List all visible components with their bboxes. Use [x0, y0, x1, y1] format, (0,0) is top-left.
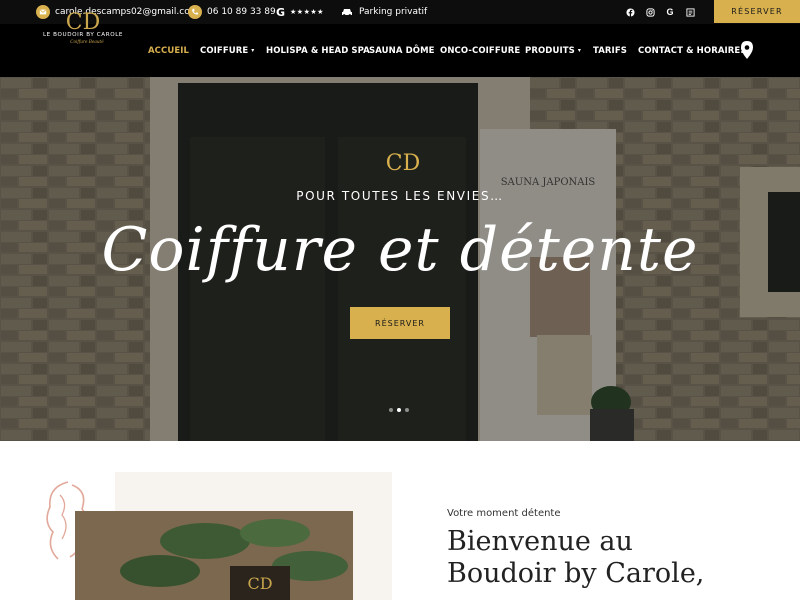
nav-onco-label: ONCO-COIFFURE	[440, 45, 521, 56]
top-reserve-button[interactable]: RÉSERVER	[714, 0, 800, 23]
nav-contact[interactable]: CONTACT & HORAIRES	[638, 24, 747, 77]
nav-holispa-label: HOLISPA & HEAD SPA	[266, 45, 370, 56]
nav-accueil[interactable]: ACCUEIL	[148, 24, 189, 77]
map-pin-icon[interactable]	[740, 41, 754, 59]
hero-reserve-button[interactable]: RÉSERVER	[350, 307, 450, 339]
hero-slider: SAUNA JAPONAIS CD POUR TOUTES LES ENVIES…	[0, 77, 800, 441]
intro-heading-line2: Boudoir by Carole,	[447, 558, 705, 589]
intro-heading: Bienvenue au Boudoir by Carole,	[447, 526, 767, 590]
nav-tarifs-label: TARIFS	[593, 45, 627, 56]
car-icon	[341, 8, 353, 17]
intro-kicker: Votre moment détente	[447, 508, 561, 519]
nav-tarifs[interactable]: TARIFS	[593, 24, 627, 77]
slider-dot-1[interactable]	[389, 408, 393, 412]
google-icon: G	[276, 5, 286, 19]
nav-sauna-label: SAUNA DÔME	[369, 45, 435, 56]
newsletter-icon[interactable]	[683, 0, 697, 24]
instagram-icon[interactable]	[643, 0, 657, 24]
google-rating[interactable]: G ★★★★★	[276, 0, 324, 24]
hero-monogram: CD	[386, 151, 420, 176]
slider-dots	[389, 408, 409, 412]
intro-heading-line1: Bienvenue au	[447, 526, 633, 557]
nav-coiffure[interactable]: COIFFURE ▾	[200, 24, 254, 77]
phone-icon	[188, 5, 202, 19]
intro-photo: CD	[75, 511, 353, 600]
hero-title: Coiffure et détente	[101, 215, 699, 285]
intro-section: CD Votre moment détente Bienvenue au Bou…	[0, 441, 800, 600]
logo-tagline: Coiffure Beauté	[70, 39, 104, 44]
phone-link[interactable]: 06 10 89 33 89	[188, 0, 276, 24]
nav-onco-coiffure[interactable]: ONCO-COIFFURE	[440, 24, 520, 77]
nav-contact-label: CONTACT & HORAIRES	[638, 45, 747, 56]
nav-coiffure-label: COIFFURE	[200, 45, 249, 56]
site-logo[interactable]: CD LE BOUDOIR BY CAROLE Coiffure Beauté	[40, 7, 126, 47]
chevron-down-icon: ▾	[251, 47, 255, 54]
hero-logo: CD	[386, 151, 420, 176]
nav-sauna-dome[interactable]: SAUNA DÔME	[369, 24, 435, 77]
parking-text: Parking privatif	[359, 7, 428, 17]
phone-text: 06 10 89 33 89	[207, 7, 276, 17]
nav-holispa[interactable]: HOLISPA & HEAD SPA	[266, 24, 370, 77]
nav-produits-label: PRODUITS	[525, 45, 575, 56]
nav-accueil-label: ACCUEIL	[148, 45, 190, 56]
slider-dot-2[interactable]	[397, 408, 401, 412]
nav-produits[interactable]: PRODUITS ▾	[525, 24, 581, 77]
facebook-icon[interactable]	[623, 0, 637, 24]
google-social-icon[interactable]: G	[663, 0, 677, 24]
parking-info: Parking privatif	[341, 0, 427, 24]
rating-stars: ★★★★★	[290, 8, 324, 16]
hero-subtitle: POUR TOUTES LES ENVIES…	[296, 189, 504, 203]
slider-dot-3[interactable]	[405, 408, 409, 412]
photo-monogram: CD	[247, 574, 272, 593]
chevron-down-icon: ▾	[577, 47, 581, 54]
logo-name: LE BOUDOIR BY CAROLE	[43, 32, 123, 38]
